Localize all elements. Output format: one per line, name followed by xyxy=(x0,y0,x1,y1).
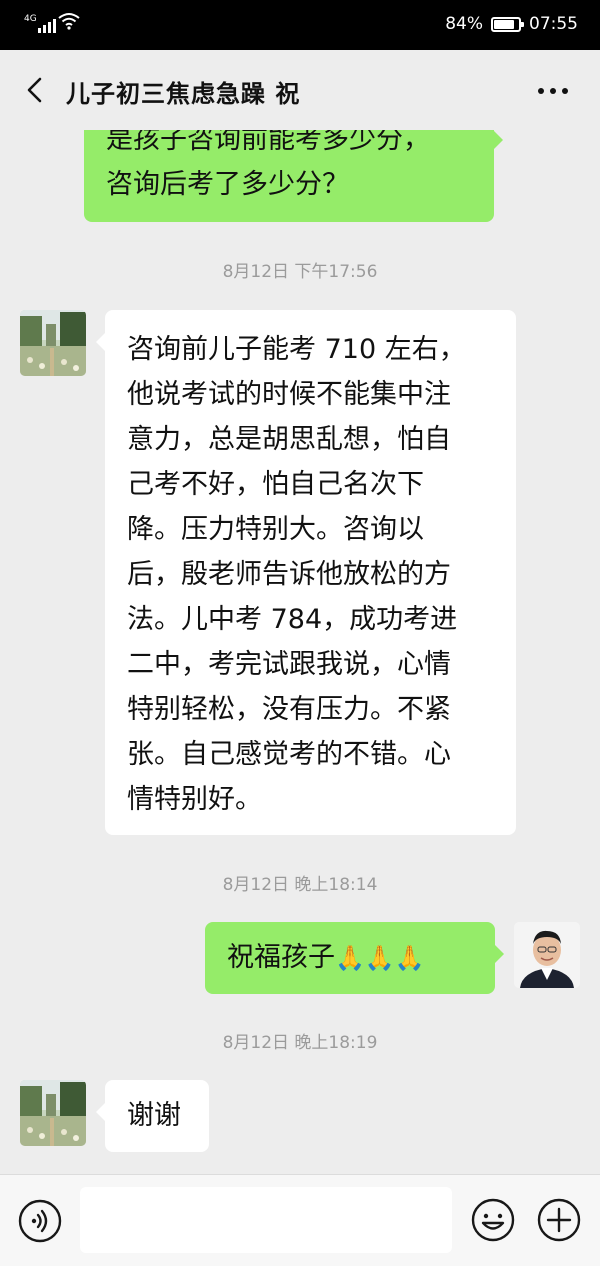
bubble-tail xyxy=(493,130,503,150)
wifi-icon xyxy=(58,13,80,30)
input-bar xyxy=(0,1174,600,1266)
bubble-tail xyxy=(96,1102,106,1122)
message-line: 情特别好。 xyxy=(127,784,262,815)
status-right: 84% 07:55 xyxy=(445,14,578,34)
more-horizontal-icon[interactable] xyxy=(538,88,568,94)
bubble-tail xyxy=(494,944,504,964)
message-line: 特别轻松，没有压力。不紧 xyxy=(127,694,451,725)
message-line: 他说考试的时候不能集中注 xyxy=(127,379,451,410)
message-line: 张。自己感觉考的不错。心 xyxy=(127,739,451,770)
message-line: 法。儿中考 784，成功考进 xyxy=(127,604,458,635)
emoji-icon[interactable] xyxy=(470,1197,516,1243)
timestamp: 8月12日 晚上18:19 xyxy=(222,1033,378,1053)
message-line: 意力，总是胡思乱想，怕自 xyxy=(127,424,451,455)
message-line: 降。压力特别大。咨询以 xyxy=(127,514,424,545)
contact-avatar[interactable] xyxy=(20,310,86,376)
chevron-left-icon[interactable] xyxy=(22,76,48,104)
signal-icon xyxy=(38,17,56,33)
status-bar: 4G 84% 07:55 xyxy=(0,0,600,50)
message-line: 己考不好，怕自己名次下 xyxy=(127,469,424,500)
message-line: 咨询前儿子能考 710 左右， xyxy=(127,334,466,365)
message-list[interactable]: 是孩子咨询前能考多少分， 咨询后考了多少分？ 8月12日 下午17:56 咨询前… xyxy=(0,130,600,1174)
voice-icon[interactable] xyxy=(18,1199,62,1243)
bubble-tail xyxy=(96,332,106,352)
message-input[interactable] xyxy=(80,1187,452,1253)
network-type: 4G xyxy=(24,14,37,24)
chat-header: 儿子初三焦虑急躁 祝 xyxy=(0,50,600,130)
timestamp: 8月12日 晚上18:14 xyxy=(222,875,378,895)
message-line: 后，殷老师告诉他放松的方 xyxy=(127,559,451,590)
folded-hands-emoji: 🙏🙏🙏 xyxy=(335,944,425,972)
clock: 07:55 xyxy=(529,14,578,34)
message-bubble-received[interactable]: 咨询前儿子能考 710 左右， 他说考试的时候不能集中注 意力，总是胡思乱想，怕… xyxy=(96,310,516,835)
message-line: 二中，考完试跟我说，心情 xyxy=(127,649,451,680)
message-text: 谢谢 xyxy=(127,1100,181,1131)
message-bubble-received[interactable]: 谢谢 xyxy=(96,1080,209,1152)
plus-icon[interactable] xyxy=(536,1197,582,1243)
timestamp: 8月12日 下午17:56 xyxy=(222,262,378,282)
message-bubble-sent[interactable]: 祝福孩子🙏🙏🙏 xyxy=(205,922,504,994)
avatar-image xyxy=(20,1080,86,1146)
battery-percent: 84% xyxy=(445,14,483,34)
my-avatar[interactable] xyxy=(514,922,580,988)
contact-avatar[interactable] xyxy=(20,1080,86,1146)
message-bubble-sent[interactable]: 是孩子咨询前能考多少分， 咨询后考了多少分？ xyxy=(84,130,503,222)
message-line: 是孩子咨询前能考多少分， xyxy=(106,130,430,155)
avatar-image xyxy=(20,310,86,376)
avatar-image xyxy=(514,922,580,988)
battery-fill xyxy=(494,19,515,29)
message-line: 咨询后考了多少分？ xyxy=(106,169,349,200)
battery-icon xyxy=(491,16,524,32)
message-text: 祝福孩子 xyxy=(227,942,335,973)
chat-title: 儿子初三焦虑急躁 祝 xyxy=(66,80,301,108)
